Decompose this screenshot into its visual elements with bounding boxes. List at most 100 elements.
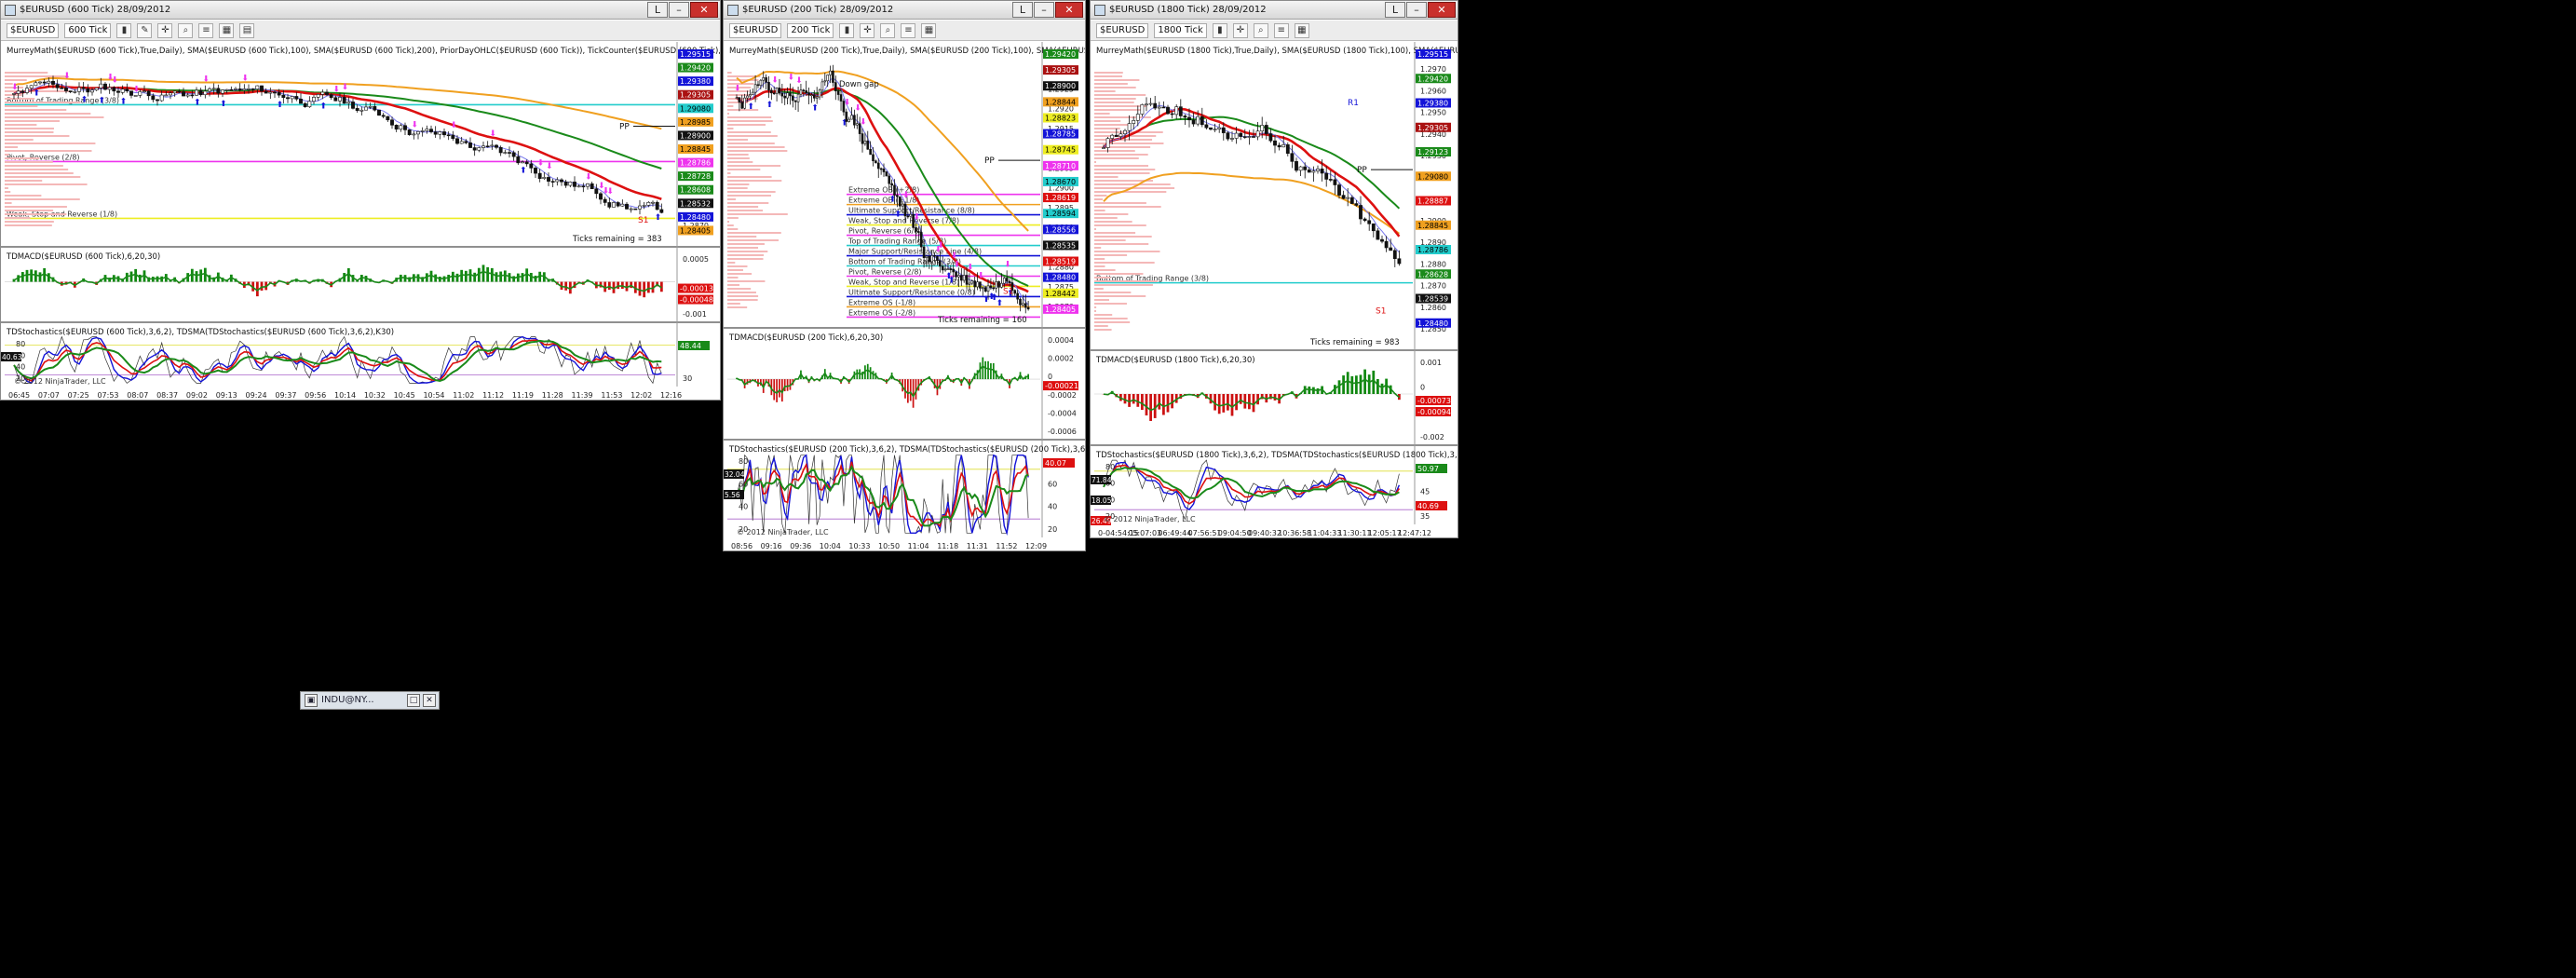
chart-window-600[interactable]: $EURUSD (600 Tick) 28/09/2012 L – ✕ $EUR… [0,0,721,401]
price-chart-canvas[interactable]: MurreyMath($EURUSD (1800 Tick),True,Dail… [1091,42,1457,538]
price-chart-canvas[interactable]: MurreyMath($EURUSD (200 Tick),True,Daily… [724,42,1085,551]
candle-down [229,88,234,91]
candle-down [1204,124,1209,129]
restore-icon[interactable]: ▣ [305,694,318,707]
link-button[interactable]: L [1385,2,1405,18]
candle-down [146,90,151,97]
close-button[interactable]: ✕ [1428,2,1456,18]
close-button[interactable]: ✕ [1055,2,1083,18]
properties-icon[interactable]: ≡ [1273,22,1289,38]
strategy-icon[interactable]: ▦ [921,22,937,38]
candle-up [1123,129,1127,135]
chart-area[interactable]: MurreyMath($EURUSD (1800 Tick),True,Dail… [1091,42,1457,538]
candle-down [156,99,159,102]
chart-window-1800[interactable]: $EURUSD (1800 Tick) 28/09/2012 L – ✕ $EU… [1090,0,1458,538]
candle-down [299,99,303,104]
price-flag-label: 1.28442 [1045,290,1076,298]
instrument-select[interactable]: $EURUSD [729,22,782,38]
sell-arrow-icon: ⬇ [795,76,803,86]
candle-up [1298,166,1303,171]
chart-area[interactable]: MurreyMath($EURUSD (600 Tick),True,Daily… [1,42,720,401]
buy-arrow-icon: ⬆ [194,99,201,108]
zoom-icon[interactable]: ⌕ [1253,22,1268,38]
link-button[interactable]: L [1012,2,1033,18]
link-button[interactable]: L [647,2,668,18]
instrument-select[interactable]: $EURUSD [1096,22,1149,38]
minimized-window-button[interactable]: ▣ INDU@NY... □ ✕ [300,691,440,710]
candle-up [477,147,481,151]
buy-arrow-icon: ⬆ [98,97,105,106]
macd-axis-label: 0 [1420,384,1425,392]
candle-up [651,201,655,204]
crosshair-icon[interactable]: ✛ [860,22,875,38]
maximize-mini-icon[interactable]: □ [407,694,420,707]
candle-up [1346,197,1350,199]
candle-up [221,89,224,94]
candle-up [970,280,974,284]
properties-icon[interactable]: ≡ [198,22,214,38]
strategy-icon[interactable]: ▦ [219,22,235,38]
crosshair-icon[interactable]: ✛ [157,22,173,38]
volume-profile-bar [5,139,34,141]
candle-down [1183,115,1187,118]
close-mini-icon[interactable]: ✕ [423,694,436,707]
close-button[interactable]: ✕ [690,2,718,18]
candle-down [1114,134,1119,137]
interval-select[interactable]: 600 Tick [64,22,112,38]
chart-area[interactable]: MurreyMath($EURUSD (200 Tick),True,Daily… [724,42,1085,551]
time-axis-label: 07:07 [38,391,60,400]
price-flag-label: 1.28519 [1045,258,1076,266]
bar-type-icon[interactable]: ▮ [839,22,855,38]
instrument-select[interactable]: $EURUSD [7,22,60,38]
candle-down [590,183,594,190]
price-flag-label: 1.28786 [680,159,711,168]
interval-select[interactable]: 200 Tick [787,22,834,38]
time-axis-label: 12:16 [660,391,682,400]
stochastics-sma-line [1103,466,1400,499]
candle-down [939,260,942,267]
candle-up [568,182,573,186]
macd-title: TDMACD($EURUSD (600 Tick),6,20,30) [6,252,160,262]
chart-window-icon [727,4,739,16]
crosshair-icon[interactable]: ✛ [1232,22,1248,38]
candle-down [1397,258,1402,265]
bar-type-icon[interactable]: ▮ [1212,22,1227,38]
minimize-button[interactable]: – [669,2,689,18]
chart-window-200[interactable]: $EURUSD (200 Tick) 28/09/2012 L – ✕ $EUR… [723,0,1086,551]
bar-type-icon[interactable]: ▮ [116,22,132,38]
volume-profile-bar [5,131,54,133]
murrey-level-label: Bottom of Trading Range (3/8) [848,258,961,266]
draw-pencil-icon[interactable]: ✎ [137,22,153,38]
volume-profile-bar [1094,303,1127,305]
candle-up [364,106,368,111]
template-icon[interactable]: ▤ [239,22,255,38]
candle-down [251,88,255,90]
price-chart-canvas[interactable]: MurreyMath($EURUSD (600 Tick),True,Daily… [1,42,720,401]
properties-icon[interactable]: ≡ [901,22,916,38]
price-flag-label: 1.28405 [680,226,711,235]
minimize-button[interactable]: – [1406,2,1427,18]
zoom-icon[interactable]: ⌕ [880,22,896,38]
macd-axis-label: -0.002 [1420,433,1444,441]
chart-window-icon [1094,4,1105,16]
candle-down [377,109,381,116]
candle-down [1024,303,1027,308]
time-axis-label: 10:50 [878,542,900,550]
candle-up [901,203,904,207]
candle-up [268,91,273,94]
candle-down [381,115,386,117]
zoom-icon[interactable]: ⌕ [178,22,194,38]
title-bar[interactable]: $EURUSD (600 Tick) 28/09/2012 [1,1,720,20]
price-flag-label: 1.28785 [1045,130,1076,139]
strategy-icon[interactable]: ▦ [1294,22,1309,38]
candle-up [1022,303,1024,306]
buy-arrow-icon: ⬆ [520,166,527,175]
interval-select[interactable]: 1800 Tick [1154,22,1207,38]
stochastics-axis-label-right: 60 [1048,480,1057,488]
candle-down [1295,161,1298,171]
time-axis-label: 09:04:50 [1218,529,1252,537]
minimize-button[interactable]: – [1034,2,1054,18]
candle-down [277,91,281,96]
candle-down [772,92,776,95]
buy-arrow-icon: ⬆ [33,88,40,98]
